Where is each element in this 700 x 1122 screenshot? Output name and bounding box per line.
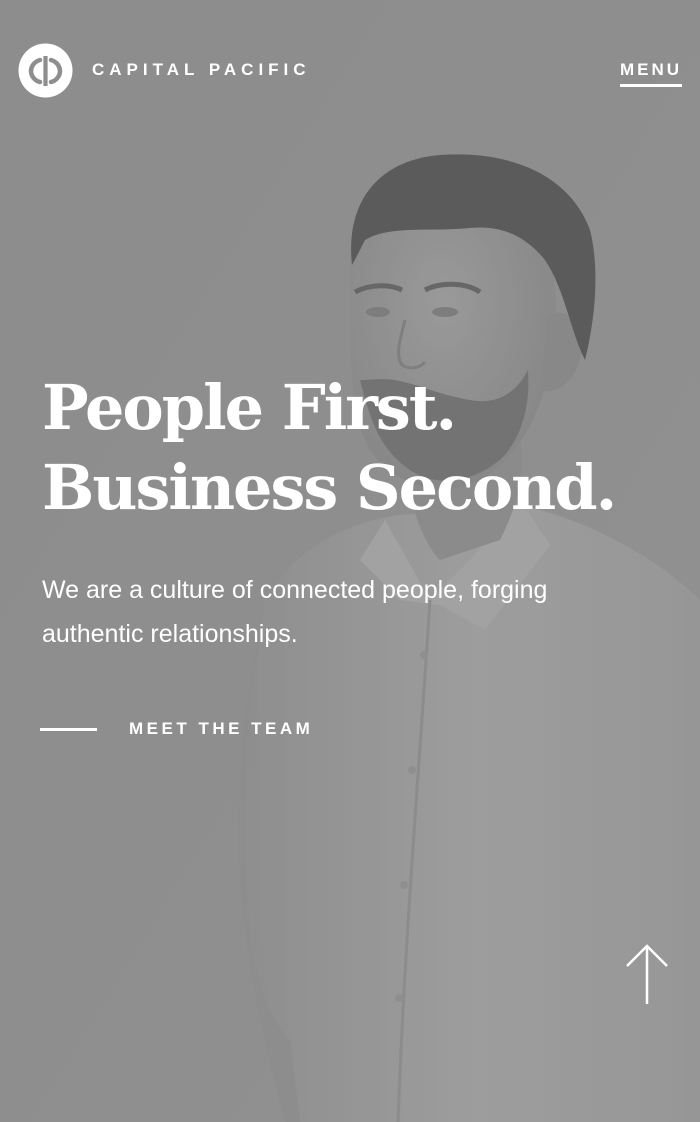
meet-the-team-link[interactable]: MEET THE TEAM <box>40 714 313 744</box>
hero-tagline: We are a culture of connected people, fo… <box>42 576 548 648</box>
headline-line-2: Business Second. <box>42 451 617 524</box>
brand-name[interactable]: CAPITAL PACIFIC <box>92 60 311 80</box>
cp-monogram-logo-icon[interactable] <box>18 43 73 98</box>
hero-headline: People First. Business Second. <box>42 368 682 528</box>
arrow-up-icon[interactable] <box>624 942 670 1006</box>
menu-button[interactable]: MENU <box>619 60 682 87</box>
hero-portrait-image <box>0 0 700 1122</box>
cta-dash-decoration <box>40 727 97 731</box>
hero-page: CAPITAL PACIFIC MENU People First. Busin… <box>0 0 700 1122</box>
meet-the-team-label[interactable]: MEET THE TEAM <box>129 719 313 739</box>
headline-line-1: People First. <box>42 371 457 444</box>
